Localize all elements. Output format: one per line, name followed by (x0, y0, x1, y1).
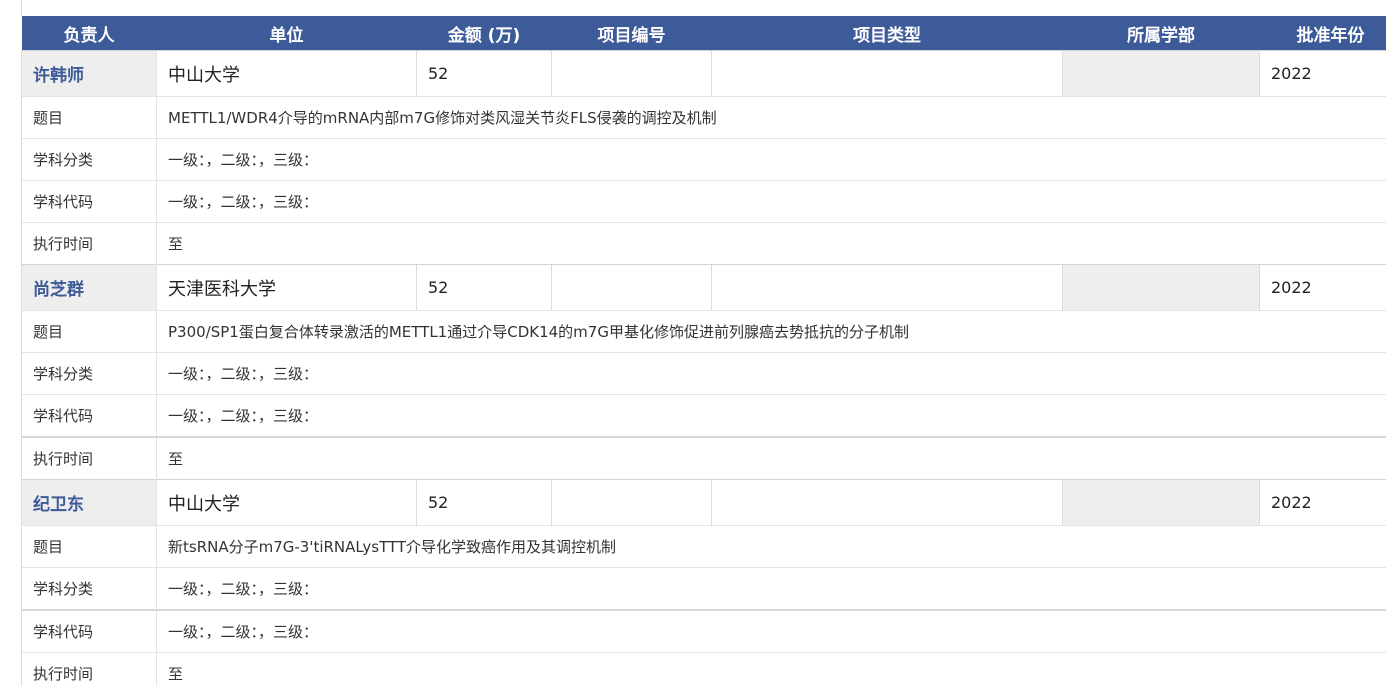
project-no-value (551, 50, 712, 97)
header-department: 所属学部 (1062, 16, 1260, 51)
department-value (1062, 264, 1260, 311)
time-label: 执行时间 (21, 436, 157, 480)
record-title-row: 题目 P300/SP1蛋白复合体转录激活的METTL1通过介导CDK14的m7G… (21, 310, 1386, 353)
header-person: 负责人 (21, 16, 157, 51)
header-year: 批准年份 (1259, 16, 1386, 51)
code-value: 一级：，二级：，三级： (156, 394, 1386, 437)
title-label: 题目 (21, 525, 157, 568)
record-time-row: 执行时间 至 (21, 652, 1386, 686)
department-value (1062, 479, 1260, 526)
record-summary-row: 尚芝群 天津医科大学 52 2022 (21, 264, 1386, 311)
project-type-value (711, 50, 1063, 97)
person-name[interactable]: 尚芝群 (21, 264, 157, 311)
header-unit: 单位 (156, 16, 417, 51)
record-summary-row: 纪卫东 中山大学 52 2022 (21, 479, 1386, 526)
title-label: 题目 (21, 96, 157, 139)
department-value (1062, 50, 1260, 97)
time-value: 至 (156, 436, 1386, 480)
code-label: 学科代码 (21, 394, 157, 437)
record-code-row: 学科代码 一级：，二级：，三级： (21, 180, 1386, 223)
header-project-no: 项目编号 (551, 16, 712, 51)
record-summary-row: 许韩师 中山大学 52 2022 (21, 50, 1386, 97)
person-name[interactable]: 许韩师 (21, 50, 157, 97)
record-title-row: 题目 METTL1/WDR4介导的mRNA内部m7G修饰对类风湿关节炎FLS侵袭… (21, 96, 1386, 139)
record-category-row: 学科分类 一级：，二级：，三级： (21, 567, 1386, 610)
time-value: 至 (156, 652, 1386, 686)
top-divider (21, 0, 22, 16)
time-label: 执行时间 (21, 222, 157, 265)
category-value: 一级：，二级：，三级： (156, 567, 1386, 610)
category-label: 学科分类 (21, 567, 157, 610)
year-value: 2022 (1259, 264, 1386, 311)
unit-value: 中山大学 (156, 50, 417, 97)
amount-value: 52 (416, 264, 552, 311)
code-label: 学科代码 (21, 180, 157, 223)
amount-value: 52 (416, 479, 552, 526)
record-time-row: 执行时间 至 (21, 436, 1386, 480)
record-time-row: 执行时间 至 (21, 222, 1386, 265)
header-amount: 金额 (万) (416, 16, 552, 51)
project-type-value (711, 479, 1063, 526)
record-category-row: 学科分类 一级：，二级：，三级： (21, 352, 1386, 395)
title-value: P300/SP1蛋白复合体转录激活的METTL1通过介导CDK14的m7G甲基化… (156, 310, 1386, 353)
record-category-row: 学科分类 一级：，二级：，三级： (21, 138, 1386, 181)
table-header: 负责人 单位 金额 (万) 项目编号 项目类型 所属学部 批准年份 (21, 16, 1386, 51)
record-code-row: 学科代码 一级：，二级：，三级： (21, 394, 1386, 437)
time-label: 执行时间 (21, 652, 157, 686)
code-value: 一级：，二级：，三级： (156, 609, 1386, 653)
grant-table: 负责人 单位 金额 (万) 项目编号 项目类型 所属学部 批准年份 许韩师 中山… (21, 16, 1386, 686)
header-project-type: 项目类型 (711, 16, 1063, 51)
category-label: 学科分类 (21, 352, 157, 395)
project-no-value (551, 264, 712, 311)
grant-list-page: 负责人 单位 金额 (万) 项目编号 项目类型 所属学部 批准年份 许韩师 中山… (0, 0, 1386, 686)
title-value: 新tsRNA分子m7G-3'tiRNALysTTT介导化学致癌作用及其调控机制 (156, 525, 1386, 568)
title-label: 题目 (21, 310, 157, 353)
category-value: 一级：，二级：，三级： (156, 352, 1386, 395)
year-value: 2022 (1259, 479, 1386, 526)
person-name[interactable]: 纪卫东 (21, 479, 157, 526)
project-no-value (551, 479, 712, 526)
code-label: 学科代码 (21, 609, 157, 653)
title-value: METTL1/WDR4介导的mRNA内部m7G修饰对类风湿关节炎FLS侵袭的调控… (156, 96, 1386, 139)
project-type-value (711, 264, 1063, 311)
time-value: 至 (156, 222, 1386, 265)
year-value: 2022 (1259, 50, 1386, 97)
unit-value: 天津医科大学 (156, 264, 417, 311)
category-value: 一级：，二级：，三级： (156, 138, 1386, 181)
unit-value: 中山大学 (156, 479, 417, 526)
code-value: 一级：，二级：，三级： (156, 180, 1386, 223)
amount-value: 52 (416, 50, 552, 97)
record-title-row: 题目 新tsRNA分子m7G-3'tiRNALysTTT介导化学致癌作用及其调控… (21, 525, 1386, 568)
category-label: 学科分类 (21, 138, 157, 181)
record-code-row: 学科代码 一级：，二级：，三级： (21, 609, 1386, 653)
